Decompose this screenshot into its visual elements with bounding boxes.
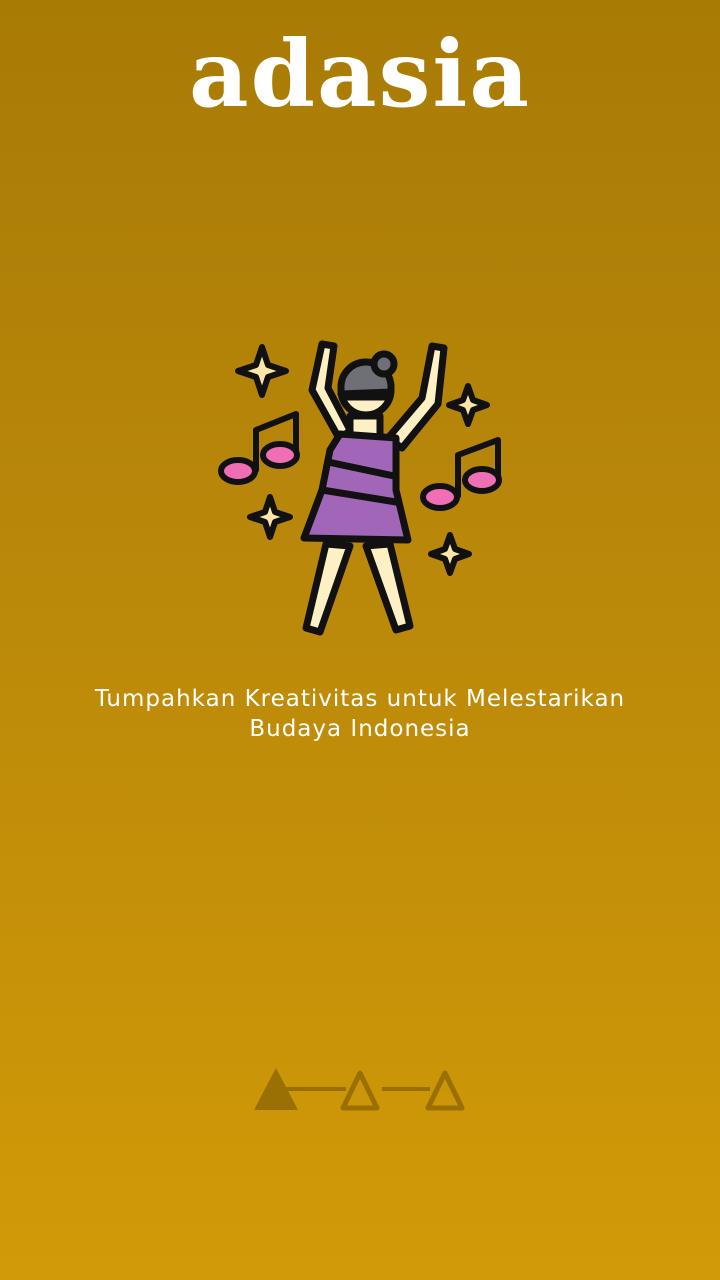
dancer-figure (300, 340, 448, 636)
app-logo: adasia (0, 14, 720, 134)
dancing-woman-icon (218, 340, 502, 636)
page-dot-icon[interactable] (340, 1070, 380, 1111)
onboarding-tagline: Tumpahkan Kreativitas untuk Melestarikan… (60, 684, 660, 744)
tagline-line-2: Budaya Indonesia (249, 716, 471, 742)
tagline-line-1: Tumpahkan Kreativitas untuk Melestarikan (94, 686, 626, 712)
sparkle-icon (247, 494, 293, 540)
sparkle-icon (235, 344, 289, 398)
music-note-icon (218, 411, 300, 485)
music-note-icon (420, 437, 502, 511)
sparkle-icon (446, 383, 490, 427)
sparkle-icon (428, 532, 472, 576)
page-dot-icon[interactable] (425, 1070, 465, 1111)
logo-text: adasia (189, 20, 531, 128)
page-indicator (254, 1068, 465, 1111)
